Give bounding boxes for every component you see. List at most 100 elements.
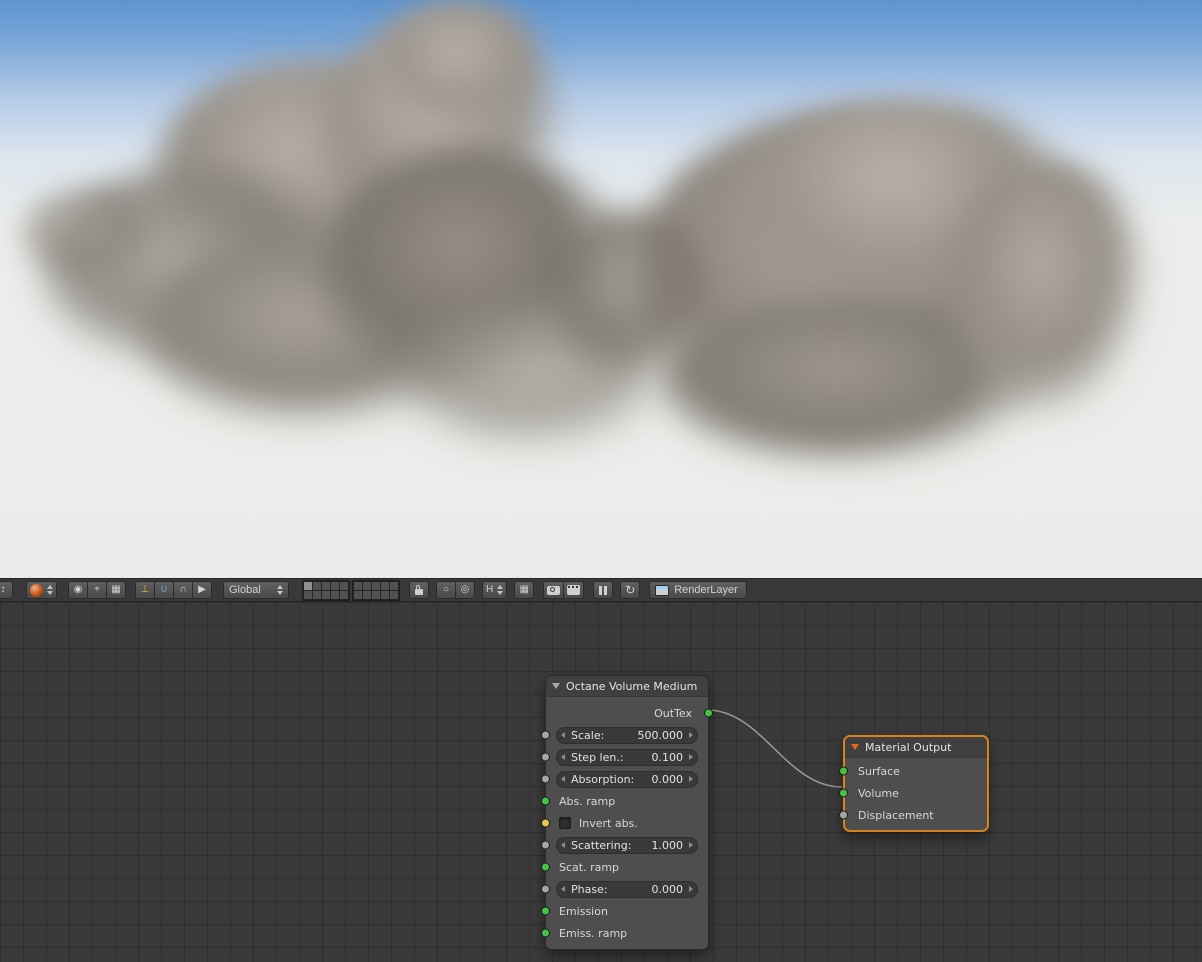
scale-slider[interactable]: Scale: 500.000	[556, 726, 698, 744]
input-row-step-length: Step len.: 0.100	[541, 746, 708, 768]
socket-surface[interactable]	[839, 766, 848, 776]
curve-falloff-button[interactable]: ∩	[173, 581, 193, 599]
render-layer-label: RenderLayer	[674, 583, 738, 596]
node-material-output[interactable]: Material Output Surface Volume Displacem…	[839, 735, 989, 832]
snap-target-button[interactable]: ◎	[455, 581, 475, 599]
pivot-point-button[interactable]: ◉	[68, 581, 88, 599]
viewport-shading-dropdown[interactable]	[26, 581, 57, 599]
input-row-scat-ramp: Scat. ramp	[541, 856, 708, 878]
socket-volume[interactable]	[839, 788, 848, 798]
layer-cell[interactable]	[313, 590, 321, 599]
layer-cell[interactable]	[372, 590, 380, 599]
slider-label: Scattering:	[571, 838, 632, 852]
node-header[interactable]: Octane Volume Medium	[546, 676, 708, 697]
node-octane-volume-medium[interactable]: Octane Volume Medium OutTex Scale: 500.0…	[541, 675, 713, 950]
viewport-render-view[interactable]	[0, 0, 1202, 578]
slider-label: Phase:	[571, 882, 608, 896]
snap-element-icon: H	[486, 584, 494, 595]
cursor-tool-button[interactable]: ▶	[192, 581, 212, 599]
layer-cell[interactable]	[331, 590, 339, 599]
node-title: Octane Volume Medium	[566, 679, 698, 693]
smoke-blob	[380, 0, 550, 130]
pause-render-button[interactable]	[593, 581, 614, 599]
layer-visibility-button[interactable]: ▦	[106, 581, 126, 599]
manipulator-button[interactable]: +	[87, 581, 107, 599]
node-header[interactable]: Material Output	[845, 737, 987, 758]
editor-type-icon: ↕	[0, 584, 6, 595]
layer-cell[interactable]	[390, 590, 398, 599]
collapse-triangle-icon[interactable]	[851, 744, 859, 750]
layer-cell[interactable]	[363, 581, 371, 590]
slider-label: Absorption:	[571, 772, 635, 786]
output-label: OutTex	[654, 706, 692, 720]
layer-cell[interactable]	[372, 581, 380, 590]
phase-slider[interactable]: Phase: 0.000	[556, 880, 698, 898]
input-row-absorption: Absorption: 0.000	[541, 768, 708, 790]
layer-cell[interactable]	[304, 590, 312, 599]
layer-cell[interactable]	[322, 590, 330, 599]
layer-visibility-icon: ▦	[111, 584, 121, 595]
layers-grid-right[interactable]	[352, 579, 400, 601]
layers-grid-left[interactable]	[302, 579, 350, 601]
manipulator-icon: +	[94, 584, 100, 595]
editor-type-button[interactable]: ↕	[0, 581, 13, 599]
socket-outtex[interactable]	[704, 708, 713, 718]
socket-phase[interactable]	[541, 884, 550, 894]
proportional-edit-button[interactable]: ○	[436, 581, 456, 599]
socket-absorption[interactable]	[541, 774, 550, 784]
output-row-outtex: OutTex	[546, 702, 713, 724]
socket-abs-ramp[interactable]	[541, 796, 550, 806]
axis-gizmo-button[interactable]: ⊥	[135, 581, 155, 599]
opengl-render-animation-button[interactable]	[563, 581, 585, 599]
socket-emission[interactable]	[541, 906, 550, 916]
layer-cell[interactable]	[340, 590, 348, 599]
layer-cell[interactable]	[322, 581, 330, 590]
layer-cell[interactable]	[354, 590, 362, 599]
node-editor-canvas[interactable]: Octane Volume Medium OutTex Scale: 500.0…	[0, 602, 1202, 962]
cursor-tool-icon: ▶	[198, 584, 206, 595]
collapse-triangle-icon[interactable]	[552, 683, 560, 689]
scattering-slider[interactable]: Scattering: 1.000	[556, 836, 698, 854]
socket-invert-abs[interactable]	[541, 818, 550, 828]
input-row-scattering: Scattering: 1.000	[541, 834, 708, 856]
snap-element-dropdown[interactable]: H	[482, 581, 508, 599]
slider-label: Step len.:	[571, 750, 624, 764]
socket-displacement[interactable]	[839, 810, 848, 820]
background-grid-button[interactable]: ▦	[514, 581, 535, 599]
lock-button[interactable]	[409, 581, 429, 599]
opengl-render-button[interactable]	[543, 581, 565, 599]
refresh-render-button[interactable]: ↻	[620, 581, 641, 599]
absorption-slider[interactable]: Absorption: 0.000	[556, 770, 698, 788]
socket-scale[interactable]	[541, 730, 550, 740]
smoke-blob	[20, 190, 160, 280]
layer-cell[interactable]	[304, 581, 312, 590]
layer-cell[interactable]	[313, 581, 321, 590]
render-layer-selector[interactable]: RenderLayer	[649, 581, 747, 599]
dropdown-arrows-icon	[277, 585, 283, 595]
layer-cell[interactable]	[381, 590, 389, 599]
dropdown-arrows-icon	[497, 585, 503, 595]
axis-gizmo-icon: ⊥	[140, 584, 150, 595]
socket-emiss-ramp[interactable]	[541, 928, 550, 938]
socket-step-length[interactable]	[541, 752, 550, 762]
layer-cell[interactable]	[354, 581, 362, 590]
transform-orientation-dropdown[interactable]: Global	[223, 581, 289, 599]
layer-cell[interactable]	[331, 581, 339, 590]
input-label: Abs. ramp	[559, 794, 616, 808]
layer-cell[interactable]	[390, 581, 398, 590]
input-row-scale: Scale: 500.000	[541, 724, 708, 746]
layer-cell[interactable]	[363, 590, 371, 599]
viewport-header-bar: ↕ ◉ + ▦ ⊥ ∪ ∩ ▶ Global ○ ◎ H ▦ ↻ RenderL…	[0, 578, 1202, 602]
curve-falloff-icon: ∩	[179, 584, 187, 595]
camera-icon	[547, 585, 561, 595]
dropdown-arrows-icon	[47, 585, 53, 595]
socket-scat-ramp[interactable]	[541, 862, 550, 872]
layer-cell[interactable]	[340, 581, 348, 590]
background-grid-icon: ▦	[519, 584, 529, 595]
layer-cell[interactable]	[381, 581, 389, 590]
input-label: Emiss. ramp	[559, 926, 628, 940]
step-length-slider[interactable]: Step len.: 0.100	[556, 748, 698, 766]
socket-scattering[interactable]	[541, 840, 550, 850]
invert-abs-checkbox[interactable]	[559, 817, 571, 829]
snap-magnet-button[interactable]: ∪	[154, 581, 174, 599]
